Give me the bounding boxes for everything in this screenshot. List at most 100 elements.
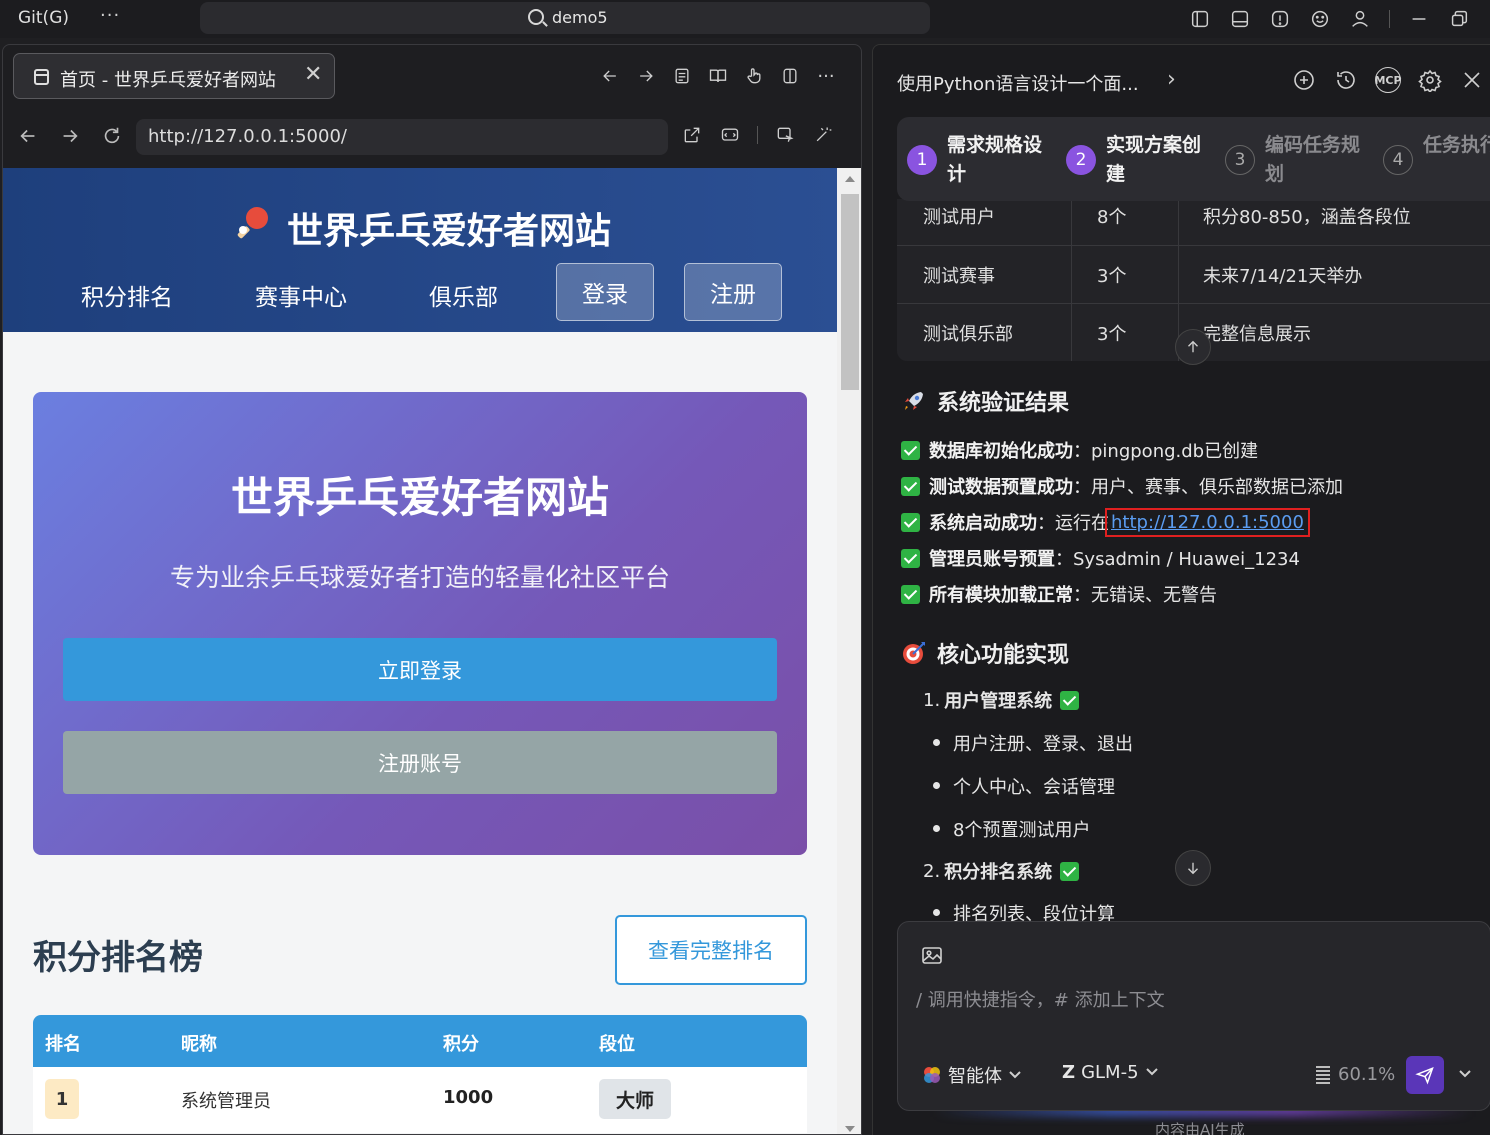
- usage-percent: 60.1%: [1338, 1064, 1396, 1085]
- send-button[interactable]: [1406, 1056, 1444, 1094]
- more-menu-button[interactable]: ···: [100, 5, 120, 26]
- model-selector[interactable]: Z GLM-5: [1062, 1062, 1159, 1083]
- outline-icon[interactable]: [671, 65, 693, 87]
- address-bar[interactable]: http://127.0.0.1:5000/: [136, 119, 668, 155]
- nav-link-rankings[interactable]: 积分排名: [81, 278, 173, 312]
- workflow-stepper: 1 需求规格设计 2 实现方案创建 3 编码任务规划 4 任务执行: [897, 117, 1490, 201]
- scroll-down-arrow-icon[interactable]: [845, 1126, 855, 1132]
- table-cell-item: 测试俱乐部: [923, 324, 1013, 345]
- settings-gear-icon[interactable]: [1417, 67, 1443, 93]
- level-badge: 大师: [599, 1079, 671, 1119]
- header-level: 段位: [599, 1034, 635, 1055]
- webpage-viewport: 世界乒乓爱好者网站 积分排名 赛事中心 俱乐部 登录 注册 世界乒乓爱好者网站 …: [3, 168, 837, 1134]
- nav-register-button[interactable]: 注册: [684, 263, 782, 321]
- chat-input-placeholder[interactable]: / 调用快捷指令，# 添加上下文: [916, 986, 1165, 1012]
- table-row: 测试用户 8个 积分80-850，涵盖各段位: [897, 199, 1490, 245]
- conversation-title[interactable]: 使用Python语言设计一个面...: [897, 70, 1139, 96]
- agent-selector[interactable]: 智能体: [922, 1062, 1022, 1088]
- page-icon: [34, 69, 49, 85]
- pointer-hand-icon[interactable]: [743, 65, 765, 87]
- devtools-icon[interactable]: [719, 124, 741, 146]
- step-label: 需求规格设计: [947, 134, 1043, 185]
- check-text: ：用户、赛事、俱乐部数据已添加: [1073, 477, 1343, 498]
- check-label: 数据库初始化成功: [929, 441, 1073, 462]
- command-search[interactable]: demo5: [200, 2, 930, 34]
- register-account-button[interactable]: 注册账号: [63, 731, 777, 794]
- restore-icon[interactable]: [1448, 8, 1470, 30]
- mcp-icon[interactable]: MCP: [1374, 67, 1402, 93]
- page-scrollbar[interactable]: [837, 168, 861, 1134]
- server-url-link[interactable]: http://127.0.0.1:5000: [1105, 507, 1310, 537]
- check-label: 系统启动成功: [929, 513, 1037, 534]
- toggle-sidebar-icon[interactable]: [1189, 8, 1211, 30]
- table-cell-item: 测试赛事: [923, 266, 995, 287]
- chevron-right-icon[interactable]: ›: [1167, 67, 1176, 92]
- open-external-icon[interactable]: [681, 124, 703, 146]
- browser-navigation-bar: http://127.0.0.1:5000/: [3, 107, 861, 167]
- feature-number: 2.: [923, 860, 941, 882]
- rocket-icon: [905, 392, 923, 410]
- target-dart-icon: [903, 642, 925, 664]
- table-cell-count: 8个: [1097, 207, 1127, 228]
- magic-wand-icon[interactable]: [812, 124, 834, 146]
- forward-icon[interactable]: [57, 123, 83, 149]
- account-icon[interactable]: [1349, 8, 1371, 30]
- nav-login-button[interactable]: 登录: [556, 263, 654, 321]
- step-number: 3: [1225, 145, 1255, 175]
- login-now-button[interactable]: 立即登录: [63, 638, 777, 701]
- image-upload-icon[interactable]: [920, 944, 944, 968]
- step-label: 任务执行: [1423, 134, 1490, 156]
- close-panel-icon[interactable]: [1459, 67, 1485, 93]
- feature-item: 1. 用户管理系统: [923, 687, 1088, 713]
- git-menu[interactable]: Git(G): [18, 8, 69, 28]
- check-item: 系统启动成功 ：运行在 http://127.0.0.1:5000: [901, 504, 1343, 540]
- hero-subtitle: 专为业余乒乓球爱好者打造的轻量化社区平台: [169, 563, 670, 592]
- reader-icon[interactable]: [707, 65, 729, 87]
- nav-link-events[interactable]: 赛事中心: [255, 278, 347, 312]
- scrollbar-thumb[interactable]: [841, 194, 859, 390]
- window-controls: [1189, 6, 1470, 32]
- scroll-to-top-button[interactable]: [1175, 329, 1211, 365]
- split-view-icon[interactable]: [779, 65, 801, 87]
- hero-title: 世界乒乓爱好者网站: [230, 473, 609, 522]
- select-element-icon[interactable]: [774, 124, 796, 146]
- reload-icon[interactable]: [99, 123, 125, 149]
- agent-label: 智能体: [948, 1066, 1002, 1087]
- site-header: 世界乒乓爱好者网站 积分排名 赛事中心 俱乐部 登录 注册: [3, 168, 837, 332]
- more-options-icon[interactable]: ···: [815, 65, 837, 87]
- scroll-up-arrow-icon[interactable]: [845, 176, 855, 182]
- scroll-to-bottom-button[interactable]: [1175, 850, 1211, 886]
- features-heading: 核心功能实现: [901, 637, 1069, 669]
- agent-logo-icon: [924, 1067, 940, 1083]
- green-check-icon: [901, 548, 920, 568]
- header-nickname: 昵称: [181, 1034, 217, 1055]
- table-cell-desc: 积分80-850，涵盖各段位: [1203, 207, 1411, 228]
- check-text: ：无错误、无警告: [1073, 585, 1217, 606]
- step-number: 2: [1066, 145, 1096, 175]
- view-full-ranking-button[interactable]: 查看完整排名: [615, 915, 807, 985]
- feature-item: 2. 积分排名系统: [923, 858, 1088, 884]
- embedded-browser: 首页 - 世界乒乓爱好者网站 ✕ ··· http://127.0.0.1:50…: [2, 44, 862, 1135]
- history-icon[interactable]: [1333, 67, 1359, 93]
- nickname-cell: 系统管理员: [181, 1091, 271, 1112]
- chat-input-box[interactable]: / 调用快捷指令，# 添加上下文 智能体 Z GLM-5 60.1%: [897, 921, 1490, 1111]
- new-chat-icon[interactable]: [1291, 67, 1317, 93]
- browser-tab[interactable]: 首页 - 世界乒乓爱好者网站 ✕: [13, 53, 335, 99]
- feature-bullet: 个人中心、会话管理: [933, 773, 1115, 799]
- table-cell-item: 测试用户: [923, 207, 995, 228]
- notification-icon[interactable]: [1269, 8, 1291, 30]
- table-row[interactable]: 1 系统管理员 1000 大师: [33, 1067, 807, 1133]
- step-number: 4: [1383, 145, 1413, 175]
- close-tab-icon[interactable]: ✕: [304, 62, 322, 87]
- back-arrow-icon[interactable]: [599, 65, 621, 87]
- hero-banner: 世界乒乓爱好者网站 专为业余乒乓球爱好者打造的轻量化社区平台 立即登录 注册账号: [33, 392, 807, 855]
- back-icon[interactable]: [15, 123, 41, 149]
- feedback-smile-icon[interactable]: [1309, 8, 1331, 30]
- check-item: 数据库初始化成功 ：pingpong.db已创建: [901, 432, 1343, 468]
- forward-arrow-icon[interactable]: [635, 65, 657, 87]
- minimize-icon[interactable]: [1408, 8, 1430, 30]
- context-usage: 60.1%: [1316, 1064, 1395, 1085]
- send-options-chevron-icon[interactable]: [1458, 1065, 1472, 1084]
- toggle-panel-icon[interactable]: [1229, 8, 1251, 30]
- nav-link-clubs[interactable]: 俱乐部: [429, 278, 498, 312]
